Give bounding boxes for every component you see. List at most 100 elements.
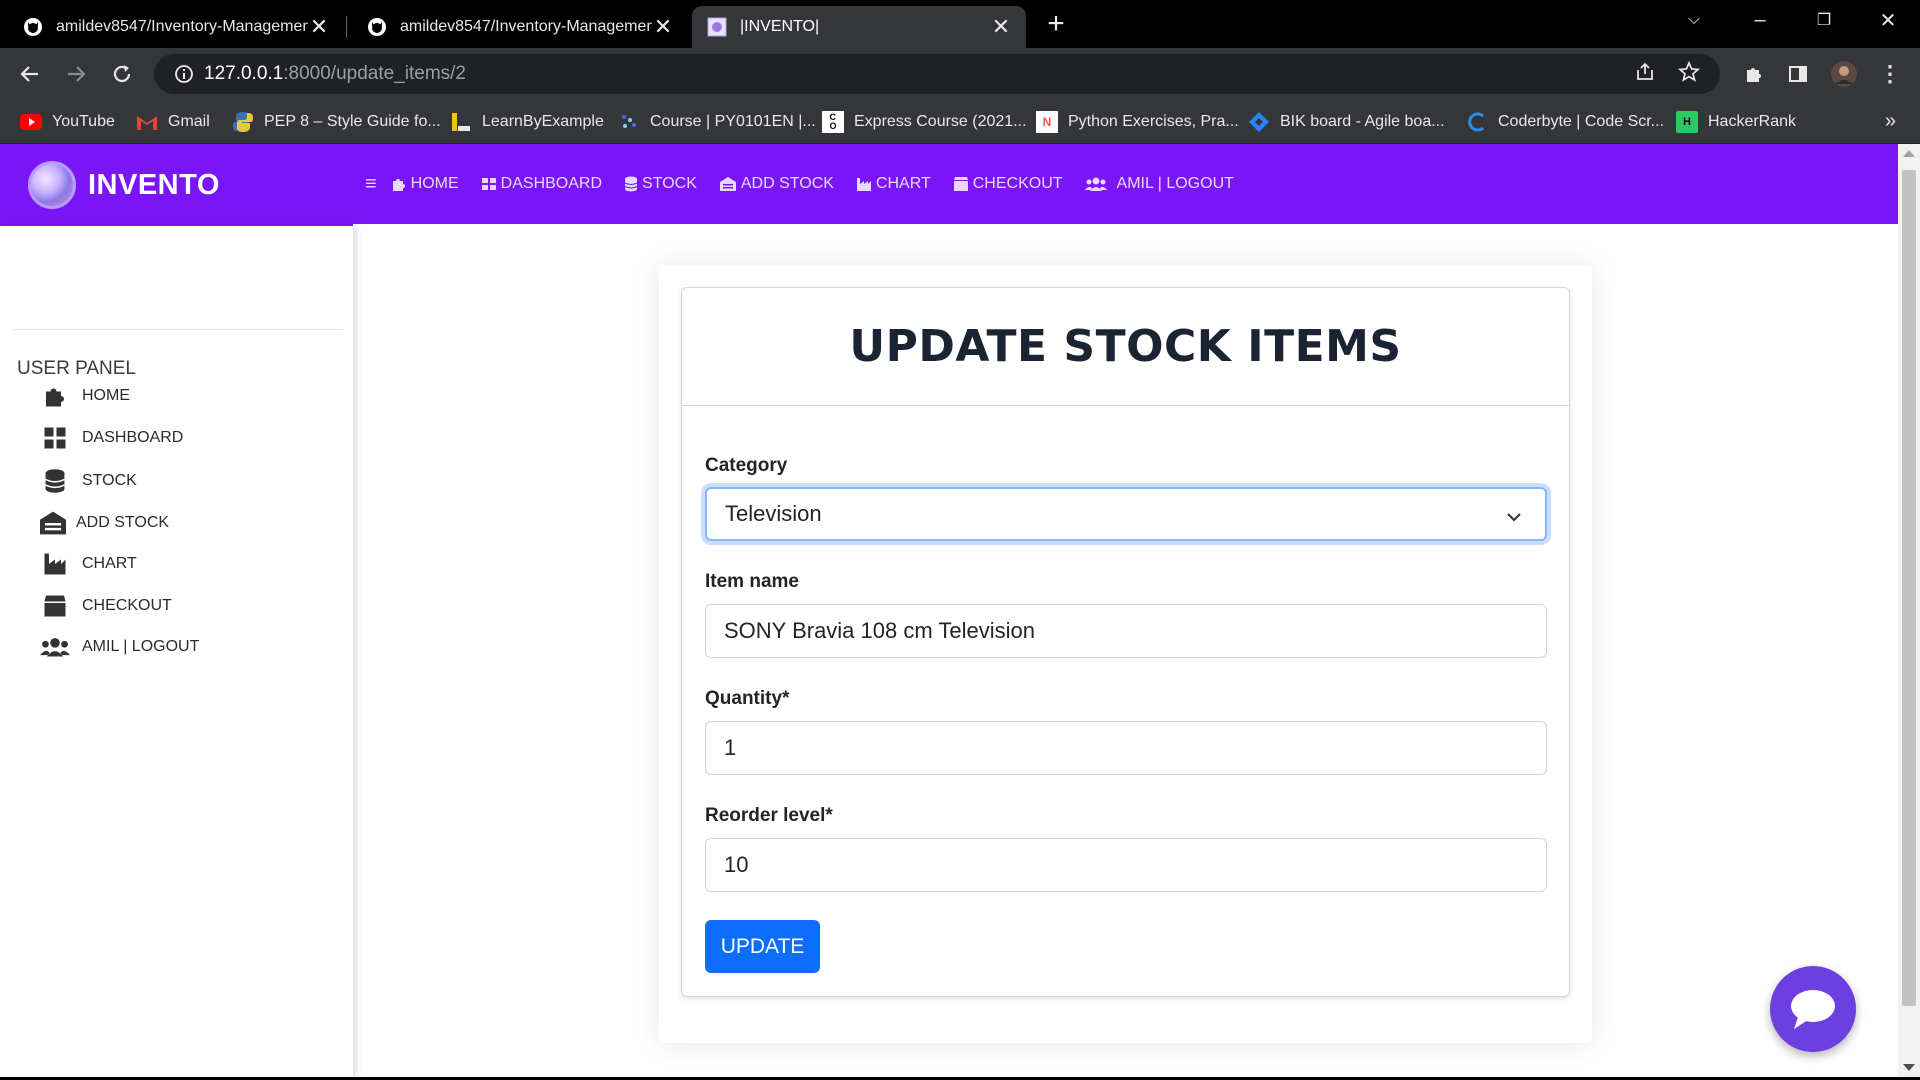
bookmarks-overflow-icon[interactable]: »	[1885, 110, 1896, 133]
youtube-icon	[20, 111, 42, 133]
topnav-dashboard[interactable]: DASHBOARD	[481, 175, 602, 193]
minimize-button[interactable]: –	[1730, 0, 1790, 40]
topnav-logout[interactable]: AMIL | LOGOUT	[1084, 175, 1234, 193]
bookmark-label: PEP 8 – Style Guide fo...	[264, 113, 441, 130]
sidebar-item-stock[interactable]: STOCK	[40, 468, 137, 494]
close-icon[interactable]: ✕	[990, 14, 1012, 40]
new-tab-button[interactable]: +	[1040, 9, 1072, 42]
topnav-label: HOME	[410, 175, 459, 192]
sidebar-item-label: DASHBOARD	[82, 429, 184, 446]
sidebar-item-chart[interactable]: CHART	[40, 552, 137, 576]
item-name-label: Item name	[705, 571, 799, 592]
topnav-label: STOCK	[642, 175, 697, 192]
category-select[interactable]: Television	[705, 487, 1547, 541]
bookmark-label: Coderbyte | Code Scr...	[1498, 113, 1665, 130]
github-icon	[22, 16, 44, 38]
python-icon	[232, 111, 254, 133]
bookmark-gmail[interactable]: Gmail	[136, 100, 210, 144]
bookmark-hackerrank[interactable]: H HackerRank	[1676, 100, 1796, 144]
sidebar-item-label: HOME	[82, 387, 130, 404]
github-icon	[366, 16, 388, 38]
quantity-input[interactable]: 1	[705, 721, 1547, 775]
category-label: Category	[705, 455, 788, 476]
extensions-icon[interactable]	[1738, 58, 1770, 90]
invento-favicon	[706, 16, 728, 38]
page-scrollbar[interactable]	[1898, 144, 1920, 1077]
reorder-level-label: Reorder level*	[705, 805, 833, 826]
update-form: UPDATE STOCK ITEMS Category Television I…	[681, 287, 1570, 997]
brand-name: INVENTO	[88, 168, 220, 201]
sidebar-item-home[interactable]: HOME	[40, 384, 130, 408]
reload-button[interactable]	[106, 58, 138, 90]
close-icon[interactable]: ✕	[308, 14, 330, 40]
sidebar-item-label: CHART	[82, 555, 137, 572]
share-icon[interactable]	[1634, 61, 1656, 88]
pynative-icon: N	[1036, 111, 1058, 133]
side-panel-icon[interactable]	[1782, 58, 1814, 90]
tab-search-icon[interactable]: ⌵	[1664, 0, 1724, 40]
site-info-icon[interactable]	[164, 64, 204, 84]
topnav-home[interactable]: HOME	[391, 175, 459, 193]
tab-separator	[346, 16, 347, 38]
bookmark-learnbyexample[interactable]: LearnByExample	[450, 100, 604, 144]
update-button[interactable]: UPDATE	[705, 920, 820, 973]
topnav-checkout[interactable]: CHECKOUT	[953, 175, 1063, 193]
gmail-icon	[136, 111, 158, 133]
bookmark-pep8[interactable]: PEP 8 – Style Guide fo...	[232, 100, 441, 144]
bookmark-coderbyte[interactable]: Coderbyte | Code Scr...	[1466, 100, 1664, 144]
scrollbar-thumb[interactable]	[1902, 170, 1916, 1006]
browser-tab-2[interactable]: amildev8547/Inventory-Managemen ✕	[352, 6, 688, 48]
browser-tab-bar: amildev8547/Inventory-Managemen ✕ amilde…	[0, 0, 1920, 48]
top-navbar: ≡ HOME DASHBOARD STOCK ADD STOCK CHART C…	[353, 144, 1898, 224]
address-bar[interactable]: 127.0.0.1:8000/update_items/2	[154, 54, 1720, 94]
dashboard-icon	[40, 426, 70, 450]
brand-header[interactable]: INVENTO	[0, 144, 353, 226]
bookmark-bik-board[interactable]: BIK board - Agile boa...	[1248, 100, 1445, 144]
bookmarks-bar: YouTube Gmail PEP 8 – Style Guide fo... …	[0, 100, 1920, 144]
sidebar-divider	[12, 329, 342, 330]
tab-title: |INVENTO|	[740, 18, 820, 35]
browser-menu-icon[interactable]: ⋮	[1874, 58, 1906, 90]
scroll-up-arrow[interactable]	[1903, 150, 1915, 157]
chat-widget-button[interactable]	[1770, 966, 1856, 1052]
topnav-label: CHART	[875, 175, 931, 192]
bookmark-label: Course | PY0101EN |...	[650, 113, 816, 130]
profile-avatar[interactable]	[1828, 58, 1860, 90]
hamburger-menu-icon[interactable]: ≡	[365, 173, 377, 196]
sidebar-item-logout[interactable]: AMIL | LOGOUT	[40, 636, 199, 658]
bookmark-course[interactable]: Course | PY0101EN |...	[618, 100, 816, 144]
bookmark-label: Gmail	[168, 113, 210, 130]
page-viewport: INVENTO ≡ HOME DASHBOARD STOCK ADD STOCK…	[0, 144, 1898, 1077]
item-name-input[interactable]: SONY Bravia 108 cm Television	[705, 604, 1547, 658]
window-close-button[interactable]: ✕	[1858, 0, 1918, 40]
bookmark-label: YouTube	[52, 113, 115, 130]
quantity-label: Quantity*	[705, 688, 790, 709]
sidebar-item-add-stock[interactable]: ADD STOCK	[38, 510, 169, 536]
learnbyexample-icon	[450, 111, 472, 133]
browser-tab-1[interactable]: amildev8547/Inventory-Managemen ✕	[8, 6, 344, 48]
sidebar-item-checkout[interactable]: CHECKOUT	[40, 594, 172, 618]
bookmark-python-exercises[interactable]: N Python Exercises, Pra...	[1036, 100, 1239, 144]
topnav-chart[interactable]: CHART	[856, 175, 931, 193]
coderbyte-icon	[1466, 111, 1488, 133]
topnav-add-stock[interactable]: ADD STOCK	[719, 175, 834, 193]
sidebar-title: USER PANEL	[17, 358, 136, 379]
brand-logo	[28, 161, 76, 209]
browser-tab-active[interactable]: |INVENTO| ✕	[692, 6, 1026, 48]
industry-icon	[856, 178, 871, 191]
bookmark-label: HackerRank	[1708, 113, 1797, 130]
users-icon	[40, 636, 70, 658]
bookmark-express-course[interactable]: CO Express Course (2021...	[822, 100, 1027, 144]
forward-button[interactable]	[60, 58, 92, 90]
restore-button[interactable]: ❐	[1794, 0, 1854, 40]
warehouse-icon	[38, 510, 68, 536]
bookmark-star-icon[interactable]	[1677, 60, 1701, 88]
scroll-down-arrow[interactable]	[1903, 1064, 1915, 1071]
sidebar-item-label: CHECKOUT	[82, 597, 172, 614]
close-icon[interactable]: ✕	[652, 14, 674, 40]
reorder-level-input[interactable]: 10	[705, 838, 1547, 892]
topnav-stock[interactable]: STOCK	[624, 175, 697, 193]
bookmark-youtube[interactable]: YouTube	[20, 100, 115, 144]
sidebar-item-dashboard[interactable]: DASHBOARD	[40, 426, 183, 450]
back-button[interactable]	[14, 58, 46, 90]
